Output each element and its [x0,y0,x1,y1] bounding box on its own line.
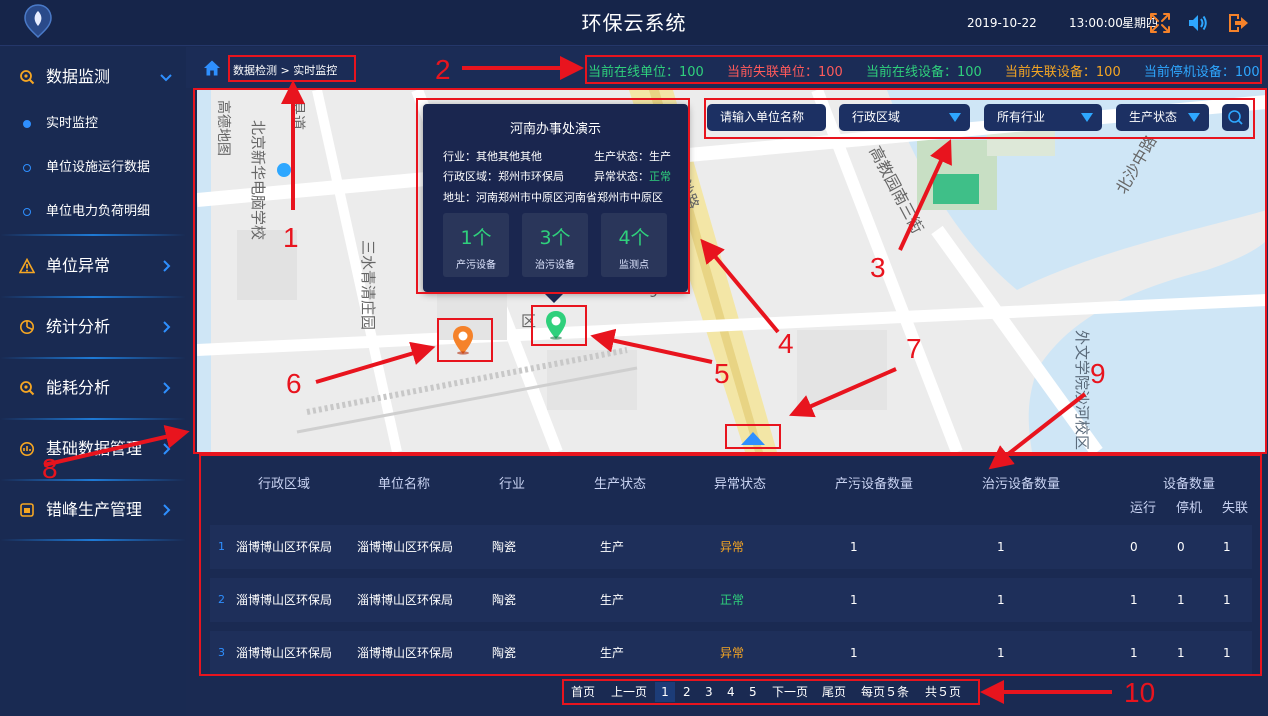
nav-sub-realtime-monitoring[interactable]: 实时监控 [0,102,186,146]
pie-icon [20,320,34,334]
nav-data-monitoring[interactable]: 数据监测 [0,47,186,107]
annotation-box-1 [228,55,356,82]
nav-base-data[interactable]: 基础数据管理 [0,419,186,479]
nav-sub-power-load[interactable]: 单位电力负荷明细 [0,190,186,234]
annotation-number-5: 5 [714,358,730,389]
nav-statistics[interactable]: 统计分析 [0,297,186,357]
nav-unit-abnormal[interactable]: 单位异常 [0,236,186,296]
nav-label: 错峰生产管理 [46,500,143,519]
annotation-box-7 [725,424,781,449]
active-dot-icon [23,120,31,128]
annotation-number-9: 9 [1090,358,1106,389]
warning-icon [19,258,35,274]
logout-icon[interactable] [1226,11,1250,35]
nav-sub-label: 单位电力负荷明细 [46,204,151,219]
volume-icon[interactable] [1186,11,1210,35]
factory-icon [20,503,34,517]
annotation-number-1: 1 [283,222,299,253]
dot-icon [23,208,31,216]
app-header: 环保云系统 2019-10-22 13:00:00 星期四 [0,0,1268,46]
nav-label: 单位异常 [46,256,111,275]
sidebar: 数据监测 实时监控 单位设施运行数据 单位电力负荷明细 单位异常 统计分析 能耗… [0,47,186,716]
annotation-number-7: 7 [906,333,922,364]
nav-divider [0,539,186,541]
nav-sub-label: 单位设施运行数据 [46,160,151,175]
nav-sub-label: 实时监控 [46,116,99,131]
annotation-box-6 [437,318,493,362]
nav-label: 能耗分析 [46,378,111,397]
annotation-box-4 [416,98,690,294]
chevron-right-icon [163,504,171,516]
annotation-number-2: 2 [435,54,451,85]
annotation-box-8 [193,88,1267,454]
nav-sub-facility-data[interactable]: 单位设施运行数据 [0,146,186,190]
nav-label: 基础数据管理 [46,439,143,458]
chevron-right-icon [163,443,171,455]
nav-label: 统计分析 [46,317,111,336]
annotation-number-8: 8 [42,453,58,484]
annotation-number-6: 6 [286,368,302,399]
annotation-number-4: 4 [778,328,794,359]
chevron-right-icon [163,321,171,333]
energy-search-icon [20,381,35,396]
fullscreen-icon[interactable] [1148,11,1172,35]
annotation-box-2 [585,55,1262,84]
nav-label: 数据监测 [46,67,111,86]
chevron-right-icon [163,260,171,272]
header-time: 13:00:00 [1069,16,1123,30]
chevron-right-icon [163,382,171,394]
nav-energy-analysis[interactable]: 能耗分析 [0,358,186,418]
annotation-box-5 [531,305,587,346]
annotation-number-10: 10 [1124,677,1156,708]
chevron-down-icon [160,74,172,82]
nav-peak-production[interactable]: 错峰生产管理 [0,480,186,540]
search-icon [20,70,35,85]
annotation-box-3 [704,98,1255,139]
dot-icon [23,164,31,172]
annotation-box-9 [199,454,1262,676]
annotation-box-10 [562,679,980,705]
header-date: 2019-10-22 [967,16,1037,30]
database-icon [20,442,34,456]
home-icon[interactable] [203,59,221,77]
annotation-number-3: 3 [870,252,886,283]
